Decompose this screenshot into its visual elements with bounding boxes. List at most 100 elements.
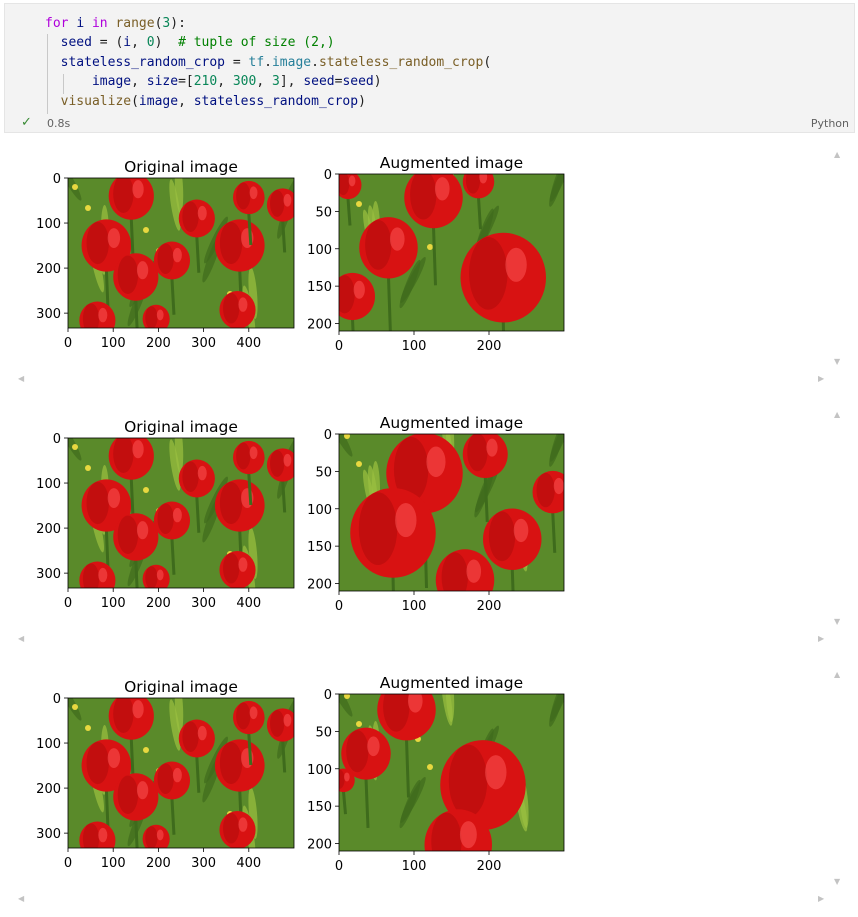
tulip-petal-shade (236, 702, 251, 730)
tulip-petal-shade (86, 481, 109, 525)
x-tick-label: 100 (402, 339, 427, 354)
check-icon: ✓ (21, 115, 32, 130)
code-token: 3 (272, 74, 280, 90)
tulip-highlight (283, 453, 292, 467)
tulip-stem (134, 299, 139, 328)
code-token: ) (154, 35, 179, 51)
code-token: ], (279, 74, 304, 90)
code-token: , (178, 93, 194, 109)
original-image-photo (68, 698, 294, 848)
y-tick-label: 100 (36, 737, 61, 752)
tulip-stem (465, 609, 467, 653)
y-tick-label: 200 (307, 578, 332, 593)
tulip-petal-shade (219, 481, 243, 525)
tulip-highlight (283, 193, 292, 207)
code-editor[interactable]: for i in range(3): seed = (i, 0) # tuple… (45, 14, 491, 111)
y-tick-label: 0 (324, 428, 332, 443)
yellow-flower (85, 205, 91, 211)
scroll-down-icon[interactable]: ▼ (834, 878, 840, 886)
scroll-up-icon[interactable]: ▲ (834, 151, 840, 159)
tulip-highlight (249, 706, 258, 720)
scroll-down-icon[interactable]: ▼ (834, 358, 840, 366)
tulip-highlight (132, 700, 144, 719)
tulip-highlight (353, 280, 365, 299)
yellow-flower (85, 725, 91, 731)
code-token: for (45, 16, 77, 31)
code-token: . (264, 54, 272, 70)
tulip-petal-shade (82, 563, 100, 588)
tulip-highlight (107, 748, 121, 768)
yellow-flower (356, 461, 362, 467)
tulip-petal-shade (223, 552, 240, 584)
tulip-stem (195, 756, 201, 793)
y-tick-label: 100 (36, 477, 61, 492)
code-cell[interactable]: for i in range(3): seed = (i, 0) # tuple… (4, 3, 855, 133)
y-tick-label: 200 (36, 522, 61, 537)
scroll-right-icon[interactable]: ▶ (818, 895, 824, 903)
tulip-petal-shade (157, 763, 174, 795)
y-tick-label: 150 (307, 540, 332, 555)
tulip-stem (281, 740, 287, 773)
tulip-petal-shade (86, 741, 109, 785)
tulip-petal-shade (145, 826, 158, 848)
output-figure-row: Original image 0 100 200 300 400 0 100 200 300 Aug… (0, 663, 858, 913)
tulip-highlight (136, 261, 149, 280)
tulip-petal-shade (223, 292, 240, 324)
scroll-left-icon[interactable]: ◀ (18, 895, 24, 903)
code-token: =[ (178, 74, 194, 90)
y-tick-label: 300 (36, 827, 61, 842)
y-tick-label: 50 (315, 465, 332, 480)
tulip-highlight (485, 755, 507, 790)
x-tick-label: 200 (477, 339, 502, 354)
scroll-right-icon[interactable]: ▶ (818, 635, 824, 643)
tulip-petal-shade (145, 306, 158, 328)
yellow-flower (72, 444, 78, 450)
tulip-petal-shade (270, 449, 285, 477)
y-tick-label: 200 (307, 318, 332, 333)
code-token: image (271, 54, 312, 70)
x-tick-label: 200 (477, 859, 502, 874)
tulip-highlight (98, 567, 108, 583)
code-token: seed (342, 74, 374, 90)
tulip-petal-shade (467, 434, 488, 472)
tulip-petal-shade (488, 511, 516, 562)
y-tick-label: 300 (36, 567, 61, 582)
tulip-stem (97, 599, 99, 635)
code-token: size (146, 74, 179, 90)
tulip-highlight (156, 569, 164, 581)
tulip-highlight (434, 177, 450, 201)
tulip-petal-shade (86, 221, 109, 265)
tulip-stem (170, 278, 176, 315)
tulip-highlight (107, 228, 121, 248)
tulip-stem (247, 733, 253, 766)
tulip-highlight (479, 174, 488, 184)
scroll-right-icon[interactable]: ▶ (818, 375, 824, 383)
scroll-up-icon[interactable]: ▲ (834, 671, 840, 679)
tulip-highlight (156, 309, 164, 321)
tulip-petal-shade (346, 730, 369, 773)
cell-language[interactable]: Python (811, 117, 849, 130)
tulip-highlight (407, 694, 423, 713)
scroll-left-icon[interactable]: ◀ (18, 375, 24, 383)
tulip-stem (195, 496, 201, 533)
code-token: image (138, 93, 179, 109)
yellow-flower (356, 721, 362, 727)
original-image-photo (68, 178, 294, 328)
scroll-up-icon[interactable]: ▲ (834, 411, 840, 419)
x-tick-label: 300 (191, 596, 216, 611)
code-token: visualize (45, 93, 132, 109)
scroll-left-icon[interactable]: ◀ (18, 635, 24, 643)
y-tick-label: 100 (307, 503, 332, 518)
code-token: 0 (146, 35, 155, 51)
augmented-image-photo (339, 694, 564, 851)
code-token: tf (248, 54, 265, 70)
scroll-down-icon[interactable]: ▼ (834, 618, 840, 626)
tulip-petal-shade (270, 709, 285, 737)
tulip-highlight (172, 507, 182, 523)
code-line: for i in range(3): (45, 14, 491, 33)
tulip-stem (346, 198, 352, 226)
output-figure-row: Original image 0 100 200 300 400 0 100 200 300 Aug… (0, 403, 858, 653)
augmented-title: Augmented image (380, 154, 523, 172)
x-tick-label: 100 (402, 599, 427, 614)
tulip-stem (483, 476, 489, 522)
